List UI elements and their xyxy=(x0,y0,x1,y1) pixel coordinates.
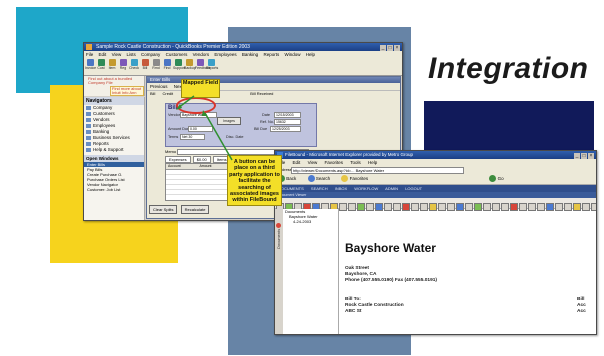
callout-arrows xyxy=(176,95,233,161)
arrow-head-icon xyxy=(202,110,207,116)
button-callout-arrow xyxy=(204,112,233,161)
